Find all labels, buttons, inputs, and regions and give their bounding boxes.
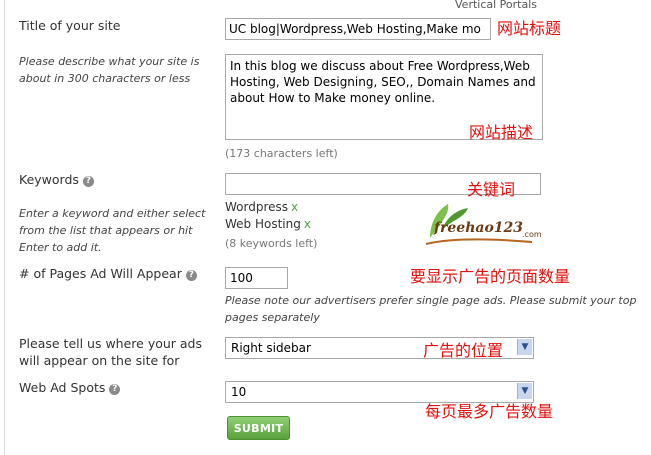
site-title-value: UC blog|Wordpress,Web Hosting,Make mo: [229, 22, 481, 36]
question-circle-icon[interactable]: ?: [185, 270, 197, 281]
ad-position-value: Right sidebar: [231, 341, 311, 355]
spots-annotation: 每页最多广告数量: [425, 402, 554, 421]
pages-label: # of Pages Ad Will Appear: [19, 266, 182, 281]
title-label: Title of your site: [19, 18, 121, 33]
pages-note: Please note our advertisers prefer singl…: [225, 294, 637, 324]
site-description-value: In this blog we discuss about Free Wordp…: [230, 59, 536, 105]
spots-label: Web Ad Spots: [19, 380, 106, 395]
description-annotation: 网站描述: [469, 123, 534, 142]
keyword-tag: Web Hosting x: [225, 217, 311, 231]
remove-keyword-button[interactable]: x: [291, 200, 298, 214]
pages-annotation: 要显示广告的页面数量: [410, 267, 571, 286]
keywords-annotation: 关键词: [467, 180, 516, 199]
watermark-text: freehao123: [434, 220, 524, 236]
title-annotation: 网站标题: [497, 19, 562, 38]
left-border: [4, 0, 5, 455]
description-help: Please describe what your site is about …: [19, 55, 200, 85]
position-annotation: 广告的位置: [423, 341, 504, 360]
behind-dropdown-text: Vertical Portals: [455, 0, 538, 11]
keywords-label: Keywords: [19, 172, 79, 187]
question-circle-icon[interactable]: ?: [109, 384, 121, 395]
pages-count-value: 100: [230, 271, 253, 285]
position-label: Please tell us where your ads will appea…: [19, 336, 203, 368]
watermark-suffix: .com: [522, 230, 542, 239]
keyword-tag-label: Wordpress: [225, 200, 289, 214]
keywords-label-row: Keywords?: [19, 171, 94, 188]
submit-button[interactable]: SUBMIT: [227, 416, 290, 440]
keyword-tag-label: Web Hosting: [225, 217, 301, 231]
pages-label-row: # of Pages Ad Will Appear?: [19, 265, 197, 282]
chevron-down-icon[interactable]: ▼: [517, 339, 532, 355]
site-title-input[interactable]: UC blog|Wordpress,Web Hosting,Make mo: [225, 18, 491, 40]
spots-label-row: Web Ad Spots?: [19, 379, 121, 396]
freehao123-watermark: freehao123 .com: [420, 200, 542, 248]
description-chars-left: (173 characters left): [225, 147, 338, 160]
keywords-left-count: (8 keywords left): [225, 237, 318, 250]
remove-keyword-button[interactable]: x: [304, 217, 311, 231]
keywords-help: Enter a keyword and either select from t…: [19, 207, 206, 254]
pages-count-input[interactable]: 100: [225, 267, 288, 289]
keyword-tag: Wordpress x: [225, 200, 298, 214]
ad-spots-value: 10: [231, 385, 247, 399]
chevron-down-icon[interactable]: ▼: [517, 383, 532, 399]
question-circle-icon[interactable]: ?: [82, 176, 94, 187]
